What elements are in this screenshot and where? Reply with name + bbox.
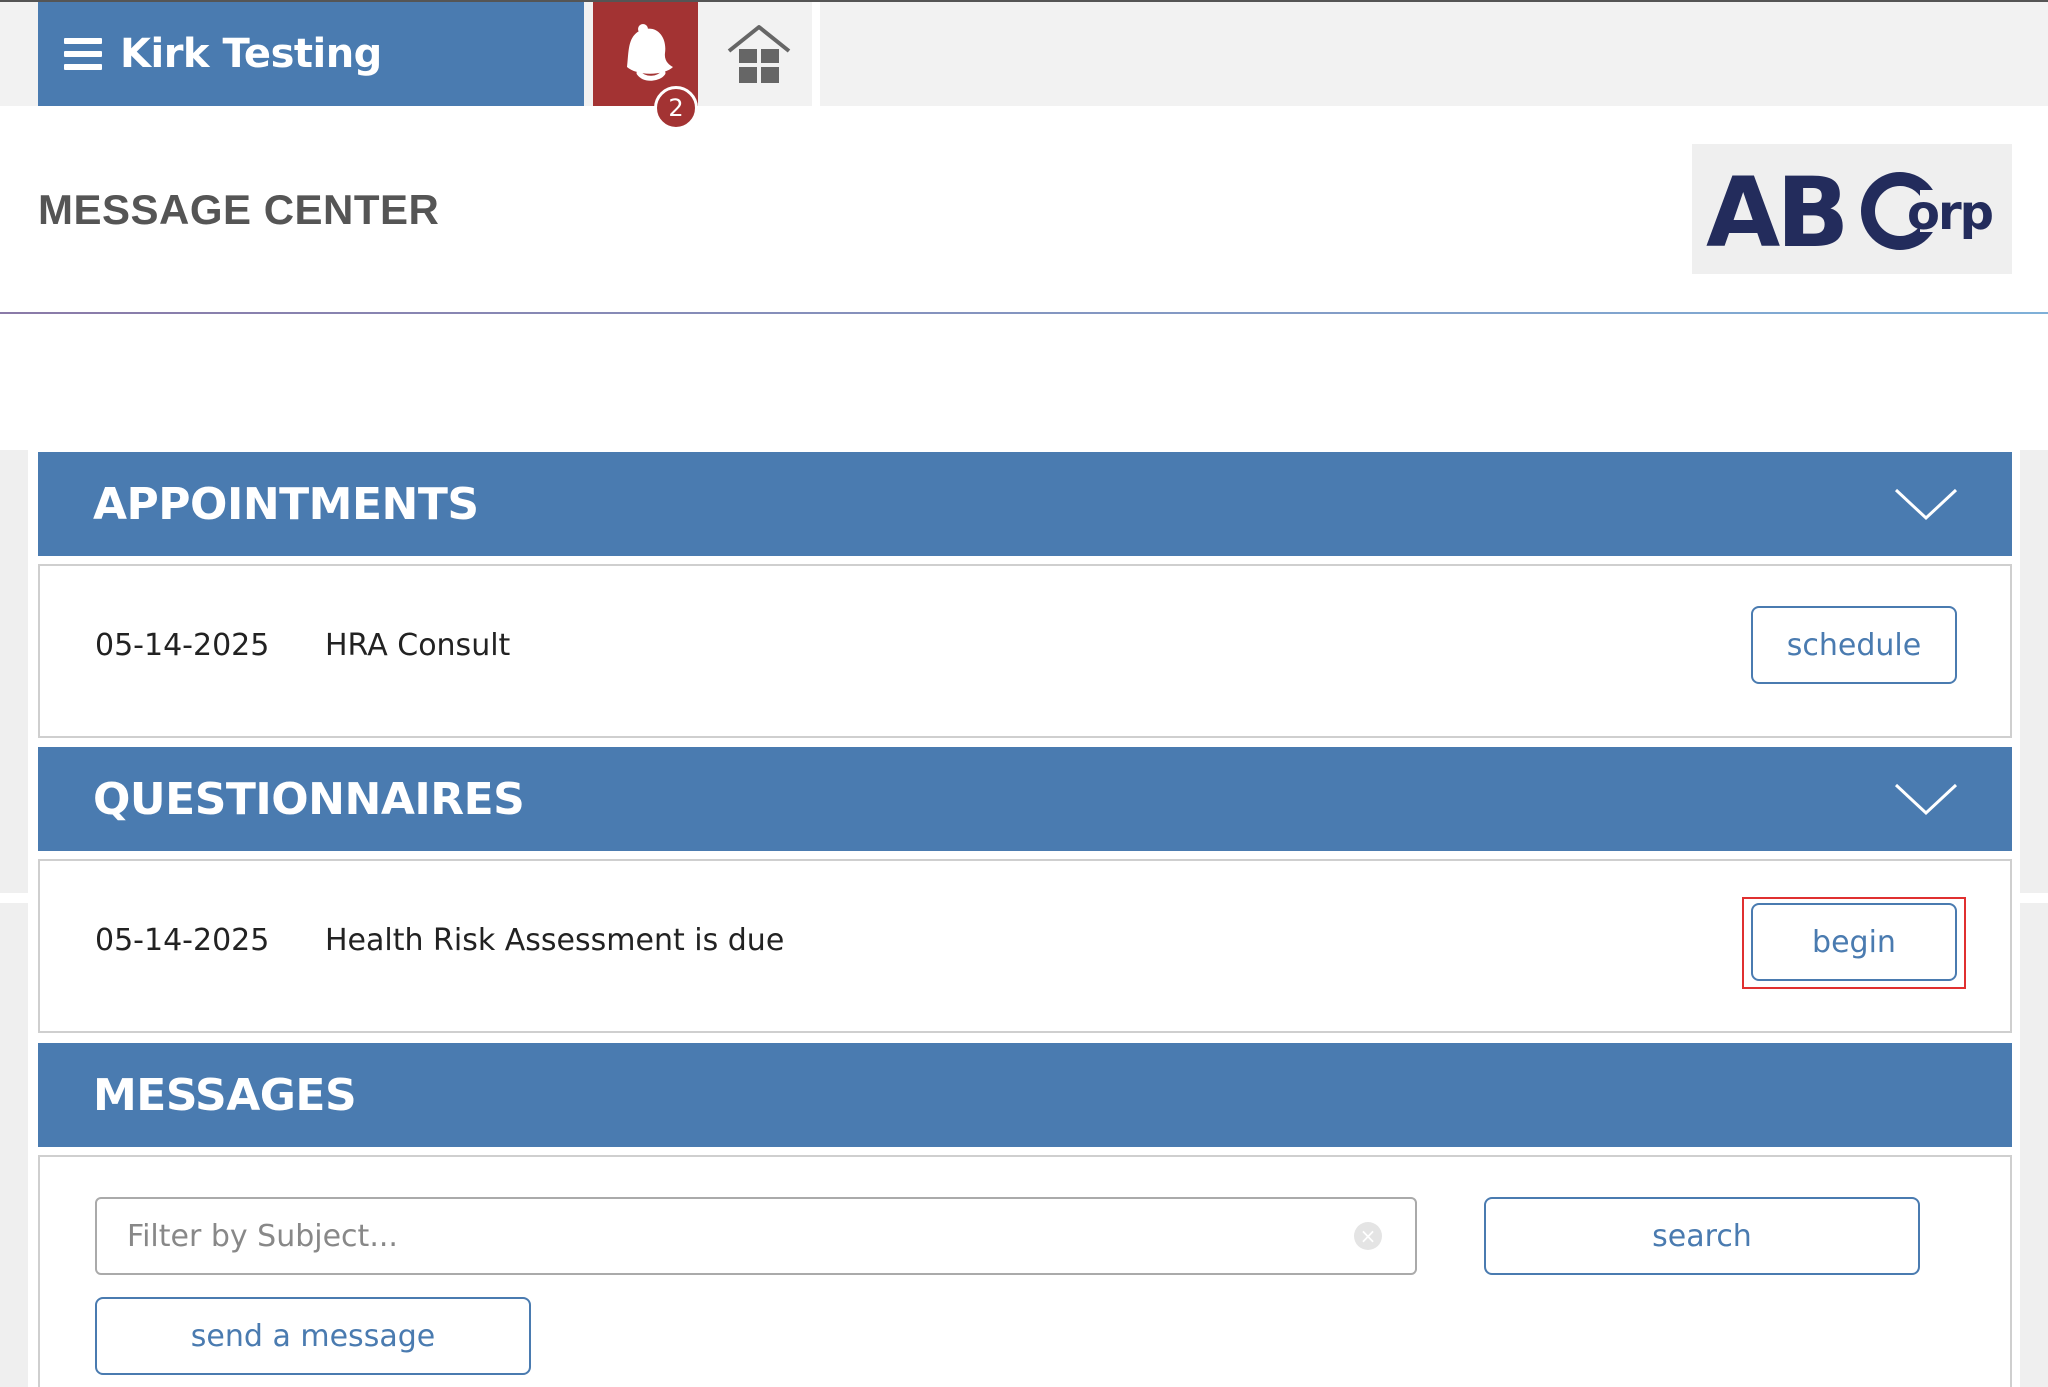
questionnaires-section-header[interactable]: QUESTIONNAIRES [38,747,2012,851]
search-button[interactable]: search [1484,1197,1920,1275]
company-logo: AB orp [1692,144,2012,274]
list-item: 05-14-2025 Health Risk Assessment is due… [40,861,2010,1031]
svg-text:AB: AB [1706,157,1845,264]
schedule-button[interactable]: schedule [1751,606,1957,684]
gutter-gap-right [2020,893,2048,903]
questionnaire-date: 05-14-2025 [95,923,270,958]
list-item: 05-14-2025 HRA Consult schedule [40,566,2010,736]
appointment-date: 05-14-2025 [95,628,270,663]
begin-button[interactable]: begin [1751,903,1957,981]
appointments-title: APPOINTMENTS [93,478,479,530]
messages-panel: search send a message [38,1155,2012,1387]
filter-by-subject-input[interactable] [95,1197,1417,1275]
page-title: MESSAGE CENTER [38,186,440,233]
send-message-button[interactable]: send a message [95,1297,531,1375]
left-gutter [0,450,28,1387]
clear-filter-icon[interactable]: × [1354,1222,1382,1250]
appointment-title: HRA Consult [325,628,511,663]
notification-count-badge[interactable]: 2 [654,86,698,130]
questionnaires-title: QUESTIONNAIRES [93,773,525,825]
hamburger-menu-icon[interactable] [64,38,102,70]
messages-section-header: MESSAGES [38,1043,2012,1147]
questionnaires-list: 05-14-2025 Health Risk Assessment is due… [38,859,2012,1033]
gutter-gap [0,893,28,903]
user-menu-toggle[interactable]: Kirk Testing [38,2,584,106]
header-divider [0,312,2048,314]
chevron-down-icon[interactable] [1894,783,1958,817]
svg-text:orp: orp [1907,185,1993,241]
user-name: Kirk Testing [120,31,382,77]
home-button[interactable] [706,2,812,106]
right-gutter [2020,450,2048,1387]
topbar-separator [812,2,820,106]
questionnaire-title: Health Risk Assessment is due [325,923,785,958]
messages-title: MESSAGES [93,1069,357,1121]
bell-icon [626,24,673,81]
appointments-list: 05-14-2025 HRA Consult schedule [38,564,2012,738]
abc-corp-logo: AB orp [1706,157,1995,264]
chevron-down-icon[interactable] [1894,488,1958,522]
appointments-section-header[interactable]: APPOINTMENTS [38,452,2012,556]
home-icon [727,25,791,83]
